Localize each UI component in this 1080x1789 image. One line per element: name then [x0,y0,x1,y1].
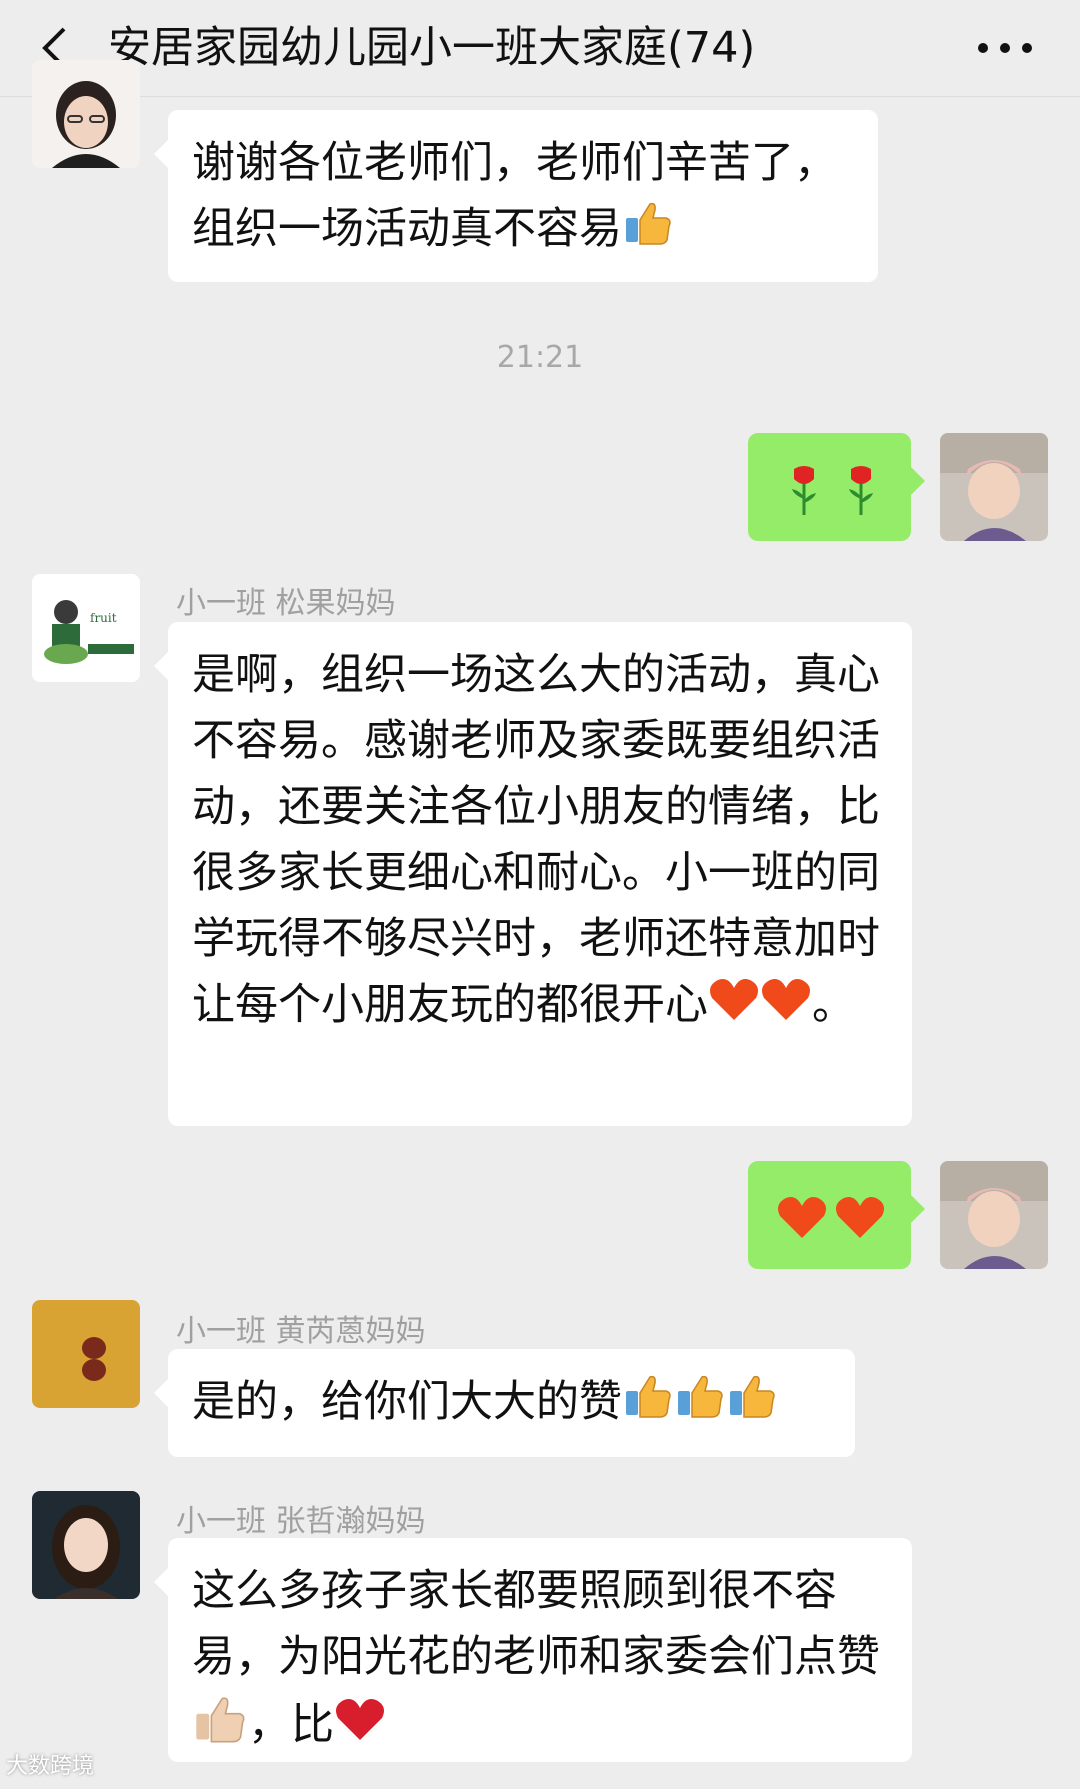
sender-name: 小一班 黄芮蒽妈妈 [176,1314,426,1349]
avatar-zhang-mom[interactable] [32,1491,140,1599]
heart-red-icon [334,1695,386,1761]
thumbs-up-icon [622,196,674,267]
chat-header: 安居家园幼儿园小一班大家庭(74) [0,0,1080,97]
message-bubble[interactable]: 这么多孩子家长都要照顾到很不容易，为阳光花的老师和家委会们点赞 ，比 [154,1538,912,1765]
message-text: 是啊，组织一场这么大的活动，真心不容易。感谢老师及家委既要组织活动，还要关注各位… [192,650,880,1030]
bubble-tail [911,1195,925,1223]
sender-name: 小一班 松果妈妈 [176,586,396,621]
message-bubble[interactable]: 是的，给你们大大的赞 [154,1349,855,1457]
avatar-songguo-mom[interactable]: fruit [32,574,140,682]
message-bubble[interactable]: 是啊，组织一场这么大的活动，真心不容易。感谢老师及家委既要组织活动，还要关注各位… [154,622,912,1126]
rose-icon [786,463,822,536]
thumbs-up-icon [674,1369,726,1440]
rose-icon [843,463,879,536]
bubble-tail [911,467,925,495]
bubble-tail [154,1379,168,1407]
message-suffix: ，比 [248,1700,334,1750]
thumbs-up-icon [726,1369,778,1440]
avatar-child-icon [940,1161,1048,1269]
avatar-beans-icon [32,1300,140,1408]
bubble-tail [154,652,168,680]
heart-icon [708,975,760,1041]
avatar-child-icon [940,433,1048,541]
message-text: 是的，给你们大大的赞 [192,1377,622,1427]
avatar-teacher[interactable] [32,60,140,168]
message-text: 这么多孩子家长都要照顾到很不容易，为阳光花的老师和家委会们点赞 [192,1566,880,1682]
avatar-woman-icon [32,60,140,168]
bubble-tail [154,1568,168,1596]
heart-icon [760,975,812,1041]
thumbs-up-light-icon [192,1690,248,1765]
my-message-bubble[interactable] [748,1161,925,1269]
avatar-huang-mom[interactable] [32,1300,140,1408]
watermark: 大数跨境 [6,1748,94,1780]
heart-icon [776,1193,828,1259]
message-bubble[interactable]: 谢谢各位老师们，老师们辛苦了，组织一场活动真不容易 [154,110,878,282]
watermark-text: 大数跨境 [6,1754,95,1779]
message-suffix: 。 [812,980,855,1030]
my-avatar[interactable] [940,1161,1048,1269]
timestamp: 21:21 [496,340,584,375]
more-button[interactable] [970,24,1040,72]
chat-title: 安居家园幼儿园小一班大家庭(74) [108,23,756,73]
my-message-bubble[interactable] [748,433,925,541]
my-avatar[interactable] [940,433,1048,541]
thumbs-up-icon [622,1369,674,1440]
svg-text:fruit: fruit [90,611,117,625]
heart-icon [834,1193,886,1259]
message-text: 谢谢各位老师们，老师们辛苦了，组织一场活动真不容易 [192,138,837,254]
more-dots-icon [978,43,1032,53]
sender-name: 小一班 张哲瀚妈妈 [176,1504,426,1539]
avatar-fruit-brand-icon: fruit [32,574,140,682]
bubble-tail [154,140,168,168]
avatar-woman-icon [32,1491,140,1599]
